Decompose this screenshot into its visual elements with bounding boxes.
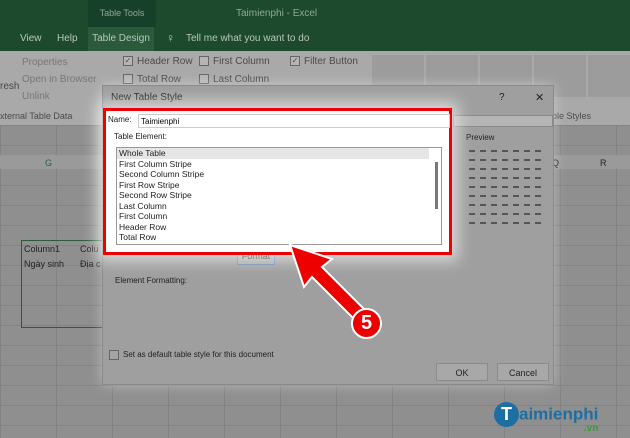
list-item[interactable]: First Column Stripe	[117, 159, 441, 170]
lightbulb-icon: ♀	[166, 31, 175, 45]
header-row-checkbox[interactable]: ✓ Header Row	[123, 56, 193, 67]
group-label-styles: ble Styles	[552, 111, 592, 121]
tab-help[interactable]: Help	[57, 33, 78, 44]
logo-icon: T	[494, 402, 519, 427]
table-cell[interactable]: Ngày sinh	[24, 259, 64, 269]
total-row-checkbox[interactable]: Total Row	[123, 74, 181, 85]
scrollbar-thumb[interactable]	[435, 162, 438, 209]
filter-button-checkbox[interactable]: ✓ Filter Button	[290, 56, 358, 67]
taimienphi-logo: Taimienphi .vn	[494, 402, 598, 434]
column-header-g[interactable]: G	[45, 158, 52, 168]
open-in-browser-button[interactable]: Open in Browser	[22, 74, 96, 85]
name-label: Name:	[108, 115, 132, 124]
refresh-button[interactable]: resh	[0, 81, 19, 92]
window-title: Taimienphi - Excel	[236, 8, 318, 19]
list-item[interactable]: Whole Table	[117, 148, 429, 159]
list-item[interactable]: Header Row	[117, 222, 441, 233]
help-button[interactable]: ?	[499, 92, 505, 103]
tab-table-design[interactable]: Table Design	[88, 27, 154, 51]
preview-grid	[469, 150, 545, 226]
step-badge: 5	[351, 308, 382, 339]
list-item[interactable]: First Column	[117, 211, 441, 222]
properties-button[interactable]: Properties	[22, 57, 68, 68]
default-style-checkbox[interactable]: Set as default table style for this docu…	[109, 349, 274, 360]
name-input[interactable]	[138, 114, 450, 128]
unlink-button[interactable]: Unlink	[22, 91, 50, 102]
table-header-cell[interactable]: Colu	[80, 244, 99, 254]
title-bar: Table Tools Taimienphi - Excel	[0, 0, 630, 27]
list-item[interactable]: Total Row	[117, 232, 441, 243]
table-cell[interactable]: Địa c	[80, 259, 101, 269]
list-item[interactable]: Second Column Stripe	[117, 169, 441, 180]
list-item[interactable]: Last Column	[117, 201, 441, 212]
highlight-box: Name: Table Element: Whole Table First C…	[103, 108, 452, 255]
last-column-checkbox[interactable]: Last Column	[199, 74, 269, 85]
cancel-button[interactable]: Cancel	[497, 363, 549, 381]
preview-label: Preview	[466, 133, 495, 142]
table-element-label: Table Element:	[114, 132, 167, 141]
element-formatting-label: Element Formatting:	[115, 276, 188, 285]
list-item[interactable]: Second Row Stripe	[117, 190, 441, 201]
table-element-list[interactable]: Whole Table First Column Stripe Second C…	[116, 147, 442, 245]
tell-me-search[interactable]: Tell me what you want to do	[186, 33, 309, 44]
table-header-cell[interactable]: Column1	[24, 244, 60, 254]
excel-table: Column1 Colu Ngày sinh Địa c	[21, 240, 111, 328]
list-item[interactable]: First Row Stripe	[117, 180, 441, 191]
tab-view[interactable]: View	[20, 33, 42, 44]
ok-button[interactable]: OK	[436, 363, 488, 381]
close-button[interactable]: ✕	[535, 91, 544, 104]
dialog-title: New Table Style	[111, 92, 183, 103]
ribbon-tabs: View Help Table Design ♀ Tell me what yo…	[0, 27, 630, 51]
table-tools-context: Table Tools	[88, 0, 156, 27]
group-label-external: xternal Table Data	[0, 111, 73, 121]
column-header-r[interactable]: R	[600, 158, 607, 168]
first-column-checkbox[interactable]: First Column	[199, 56, 270, 67]
